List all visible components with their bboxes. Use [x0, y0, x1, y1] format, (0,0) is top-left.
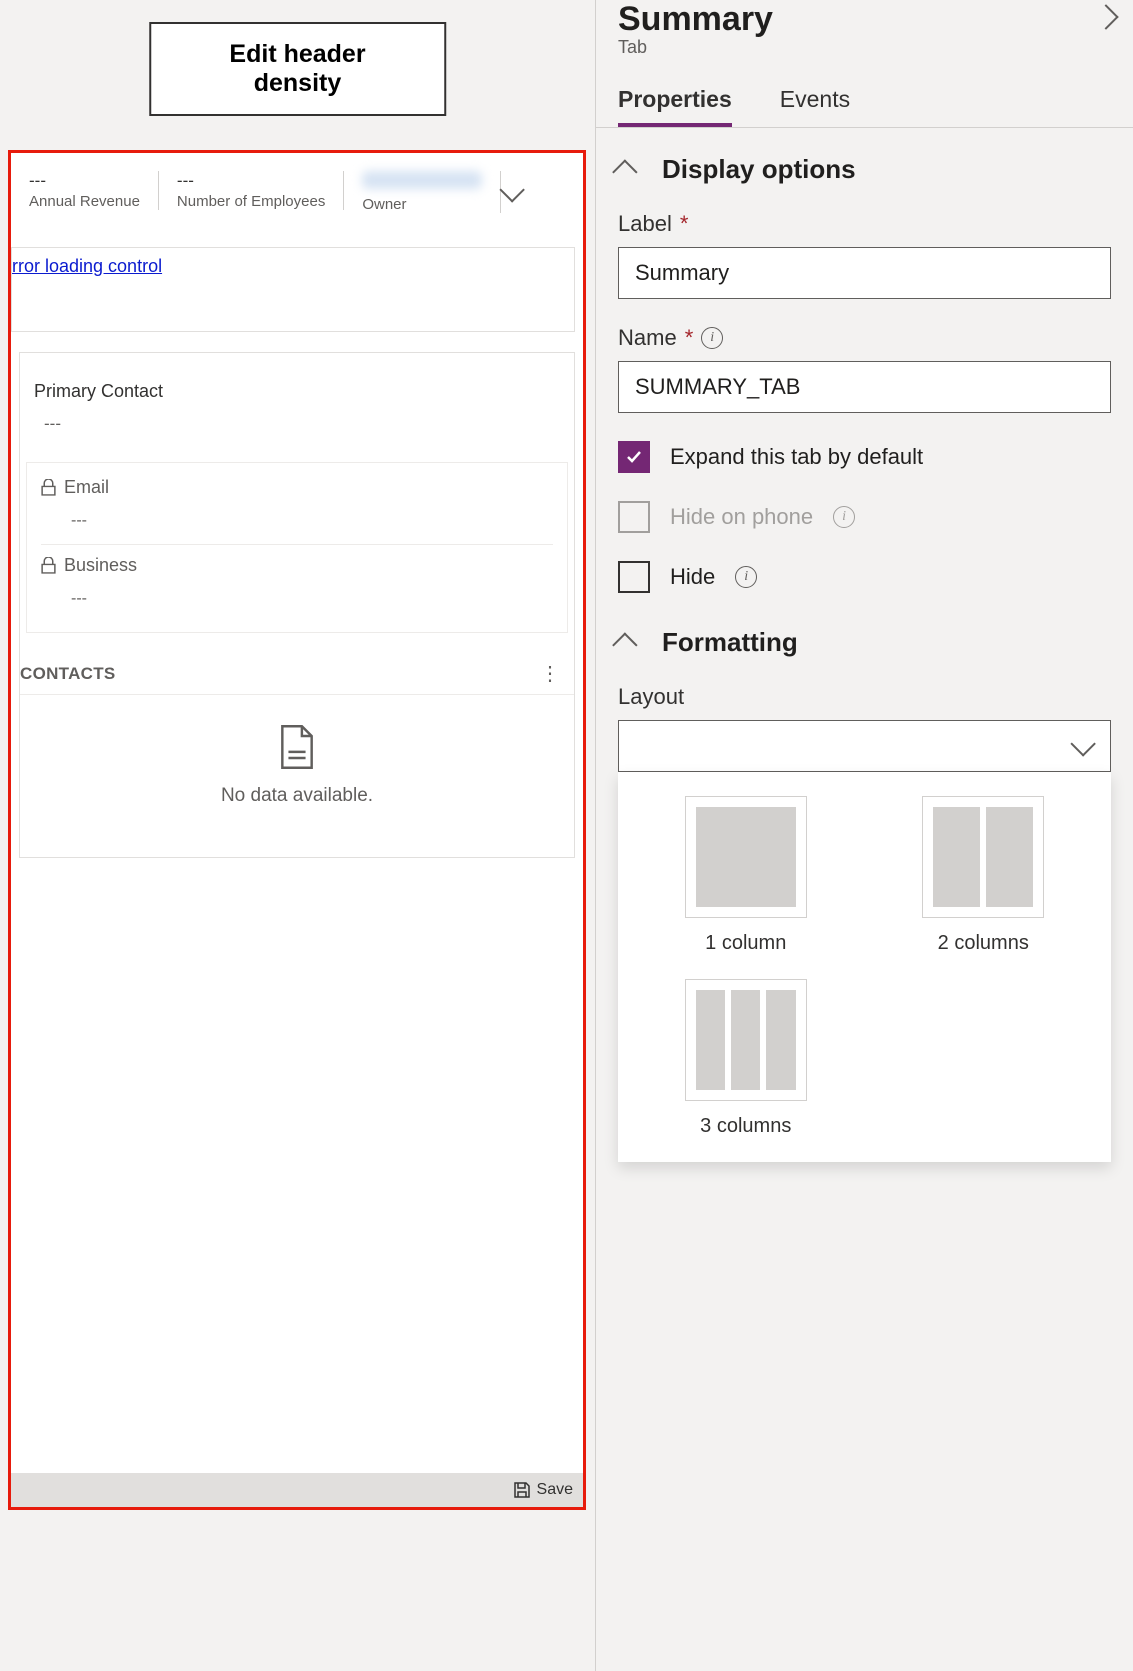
edit-header-density-button[interactable]: Edit header density [149, 22, 447, 116]
expand-default-label: Expand this tab by default [670, 444, 923, 470]
layout-options-flyout: 1 column 2 columns 3 columns [618, 772, 1111, 1162]
chevron-right-icon [1093, 4, 1118, 29]
save-status-bar: Save [11, 1473, 583, 1507]
panel-subtitle: Tab [596, 37, 1133, 58]
tab-events[interactable]: Events [780, 86, 850, 127]
form-preview-area: Edit header density --- Annual Revenue -… [0, 0, 595, 1671]
layout-1-caption: 1 column [642, 932, 850, 955]
save-icon [513, 1481, 531, 1499]
primary-contact-label: Primary Contact [34, 373, 560, 410]
name-input[interactable] [618, 361, 1111, 413]
hide-on-phone-checkbox [618, 501, 650, 533]
business-value: --- [41, 580, 553, 622]
lock-icon [41, 479, 56, 496]
chevron-up-icon [612, 632, 637, 657]
expand-default-checkbox[interactable] [618, 441, 650, 473]
more-options-button[interactable]: ⋮ [540, 661, 560, 686]
display-options-heading: Display options [662, 154, 856, 185]
layout-dropdown[interactable] [618, 720, 1111, 772]
label-field-label: Label [618, 211, 672, 237]
panel-tab-strip: Properties Events [596, 58, 1133, 128]
formatting-toggle[interactable]: Formatting [618, 627, 1111, 658]
formatting-heading: Formatting [662, 627, 798, 658]
layout-option-1-column[interactable]: 1 column [642, 796, 850, 955]
chevron-down-icon [500, 177, 525, 202]
required-indicator: * [680, 211, 689, 237]
primary-contact-section[interactable]: Primary Contact --- Email --- [19, 352, 575, 858]
check-icon [624, 447, 644, 467]
contacts-section-title: CONTACTS [20, 664, 116, 684]
hide-on-phone-label: Hide on phone [670, 504, 813, 530]
properties-panel: Summary Tab Properties Events Display op… [595, 0, 1133, 1671]
header-expand-button[interactable] [501, 171, 539, 206]
no-data-placeholder: No data available. [20, 695, 574, 845]
info-icon[interactable]: i [833, 506, 855, 528]
form-preview-frame[interactable]: --- Annual Revenue --- Number of Employe… [8, 150, 586, 1510]
email-label: Email [64, 477, 109, 498]
layout-option-3-columns[interactable]: 3 columns [642, 979, 850, 1138]
panel-expand-button[interactable] [1097, 0, 1115, 31]
header-owner-value-redacted [362, 171, 482, 189]
display-options-toggle[interactable]: Display options [618, 154, 1111, 185]
header-revenue-value: --- [29, 171, 140, 193]
label-input[interactable] [618, 247, 1111, 299]
lock-icon [41, 557, 56, 574]
header-employees-label: Number of Employees [177, 193, 325, 210]
tab-properties[interactable]: Properties [618, 86, 732, 127]
required-indicator: * [685, 325, 694, 351]
name-field-label: Name [618, 325, 677, 351]
header-employees-cell[interactable]: --- Number of Employees [159, 171, 344, 210]
panel-title: Summary [618, 0, 773, 39]
document-icon [278, 725, 316, 769]
header-owner-label: Owner [362, 196, 482, 213]
email-value: --- [41, 502, 553, 544]
hide-label: Hide [670, 564, 715, 590]
primary-contact-value: --- [34, 410, 560, 444]
error-loading-link[interactable]: rror loading control [12, 248, 574, 331]
hide-checkbox[interactable] [618, 561, 650, 593]
business-label: Business [64, 555, 137, 576]
header-employees-value: --- [177, 171, 325, 193]
save-label[interactable]: Save [537, 1481, 573, 1499]
header-revenue-label: Annual Revenue [29, 193, 140, 210]
chevron-up-icon [612, 159, 637, 184]
chevron-down-icon [1070, 731, 1095, 756]
layout-field-label: Layout [618, 684, 684, 710]
info-icon[interactable]: i [735, 566, 757, 588]
error-control-card: rror loading control [11, 247, 575, 332]
header-owner-cell[interactable]: Owner [344, 171, 501, 213]
layout-option-2-columns[interactable]: 2 columns [880, 796, 1088, 955]
info-icon[interactable]: i [701, 327, 723, 349]
layout-2-caption: 2 columns [880, 932, 1088, 955]
header-revenue-cell[interactable]: --- Annual Revenue [11, 171, 159, 210]
contact-details-subcard: Email --- Business --- [26, 462, 568, 633]
layout-3-caption: 3 columns [642, 1115, 850, 1138]
header-fields-row: --- Annual Revenue --- Number of Employe… [11, 153, 583, 239]
